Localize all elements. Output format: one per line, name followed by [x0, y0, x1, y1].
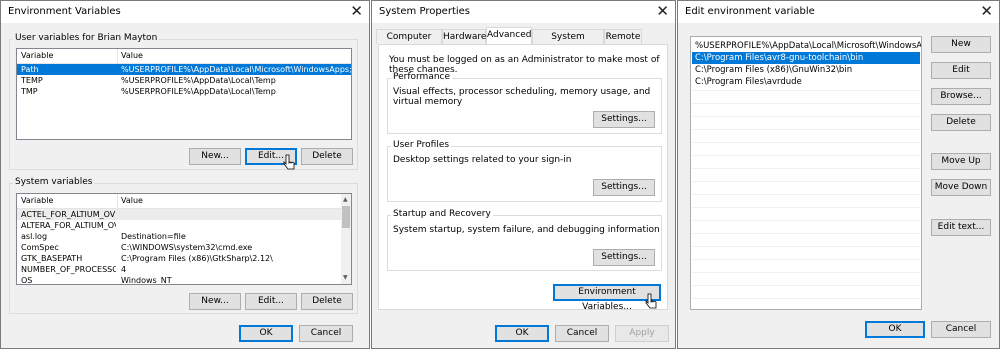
tab-remote[interactable]: Remote [604, 29, 642, 44]
table-row[interactable]: asl.log Destination=file [17, 231, 351, 242]
user-delete-button[interactable]: Delete [301, 148, 353, 165]
table-row[interactable]: ACTEL_FOR_ALTIUM_OVERR... [17, 209, 351, 220]
table-row[interactable]: GTK_BASEPATH C:\Program Files (x86)\GtkS… [17, 253, 351, 264]
list-item[interactable]: C:\Program Files\avrdude [692, 76, 920, 88]
table-row[interactable]: NUMBER_OF_PROCESSORS 4 [17, 264, 351, 275]
browse-button[interactable]: Browse... [931, 88, 991, 105]
tab-system-protection[interactable]: System Protection [532, 29, 604, 56]
cancel-button[interactable]: Cancel [299, 325, 353, 342]
user-new-button[interactable]: New... [189, 148, 241, 165]
system-properties-dialog: System Properties ✕ Computer Name Hardwa… [371, 0, 676, 349]
environment-variables-dialog: Environment Variables ✕ User variables f… [0, 0, 370, 349]
user-variables-label: User variables for Brian Mayton [13, 33, 160, 43]
close-icon[interactable]: ✕ [656, 2, 669, 20]
table-row[interactable]: TEMP %USERPROFILE%\AppData\Local\Temp [17, 75, 351, 86]
scrollbar-thumb[interactable] [342, 206, 350, 228]
performance-description: Visual effects, processor scheduling, me… [393, 87, 651, 107]
mouse-cursor-icon [645, 293, 657, 309]
user-variables-list[interactable]: Variable Value Path %USERPROFILE%\AppDat… [16, 48, 352, 140]
tab-computer-name[interactable]: Computer Name [376, 29, 442, 56]
edit-text-button[interactable]: Edit text... [931, 219, 991, 236]
system-variables-list[interactable]: Variable Value ACTEL_FOR_ALTIUM_OVERR...… [16, 193, 352, 285]
apply-button[interactable]: Apply [615, 325, 669, 342]
ok-button[interactable]: OK [495, 325, 549, 342]
performance-label: Performance [391, 72, 453, 82]
edit-environment-variable-dialog: Edit environment variable ✕ %USERPROFILE… [677, 0, 1000, 349]
table-row[interactable]: ComSpec C:\WINDOWS\system32\cmd.exe [17, 242, 351, 253]
delete-button[interactable]: Delete [931, 114, 991, 131]
cancel-button[interactable]: Cancel [555, 325, 609, 342]
title-bar: Environment Variables ✕ [1, 1, 369, 23]
column-value[interactable]: Value [121, 196, 143, 205]
ok-button[interactable]: OK [239, 325, 293, 342]
move-up-button[interactable]: Move Up [931, 153, 991, 170]
table-row[interactable]: Path %USERPROFILE%\AppData\Local\Microso… [17, 64, 351, 75]
startup-recovery-settings-button[interactable]: Settings... [593, 249, 655, 266]
table-row[interactable]: TMP %USERPROFILE%\AppData\Local\Temp [17, 86, 351, 97]
dialog-title: Environment Variables [8, 6, 121, 17]
dialog-title: System Properties [379, 6, 471, 17]
user-profiles-label: User Profiles [391, 140, 452, 150]
title-bar: System Properties ✕ [372, 1, 675, 23]
path-entries-list[interactable]: %USERPROFILE%\AppData\Local\Microsoft\Wi… [690, 36, 922, 310]
ok-button[interactable]: OK [865, 321, 925, 338]
system-new-button[interactable]: New... [189, 293, 241, 310]
edit-button[interactable]: Edit [931, 62, 991, 79]
move-down-button[interactable]: Move Down [931, 179, 991, 196]
scroll-up-icon[interactable]: ▲ [343, 196, 348, 203]
dialog-title: Edit environment variable [685, 6, 815, 17]
tab-hardware[interactable]: Hardware [442, 29, 486, 44]
system-edit-button[interactable]: Edit... [245, 293, 297, 310]
startup-recovery-description: System startup, system failure, and debu… [393, 225, 660, 235]
system-variables-label: System variables [13, 177, 95, 187]
scroll-down-icon[interactable]: ▼ [343, 274, 348, 281]
cancel-button[interactable]: Cancel [931, 321, 991, 338]
new-button[interactable]: New [931, 36, 991, 53]
list-item[interactable]: C:\Program Files\avr8-gnu-toolchain\bin [692, 52, 920, 64]
table-row[interactable]: OS Windows_NT [17, 275, 351, 284]
title-bar: Edit environment variable ✕ [678, 1, 999, 23]
user-profiles-description: Desktop settings related to your sign-in [393, 155, 572, 165]
column-variable[interactable]: Variable [21, 196, 53, 205]
vertical-scrollbar[interactable]: ▲ ▼ [341, 194, 351, 284]
mouse-cursor-icon [283, 154, 295, 170]
table-row[interactable]: ALTERA_FOR_ALTIUM_OVER... [17, 220, 351, 231]
close-icon[interactable]: ✕ [980, 2, 993, 20]
startup-recovery-label: Startup and Recovery [391, 209, 493, 219]
system-delete-button[interactable]: Delete [301, 293, 353, 310]
close-icon[interactable]: ✕ [350, 2, 363, 20]
list-header: Variable Value [17, 194, 351, 209]
column-value[interactable]: Value [121, 51, 143, 60]
user-profiles-settings-button[interactable]: Settings... [593, 179, 655, 196]
list-item[interactable]: C:\Program Files (x86)\GnuWin32\bin [692, 64, 920, 76]
column-variable[interactable]: Variable [21, 51, 53, 60]
list-item[interactable]: %USERPROFILE%\AppData\Local\Microsoft\Wi… [692, 40, 921, 52]
tab-advanced[interactable]: Advanced [486, 27, 532, 45]
performance-settings-button[interactable]: Settings... [593, 111, 655, 128]
list-header: Variable Value [17, 49, 351, 64]
advanced-tab-panel: You must be logged on as an Administrato… [378, 44, 668, 312]
